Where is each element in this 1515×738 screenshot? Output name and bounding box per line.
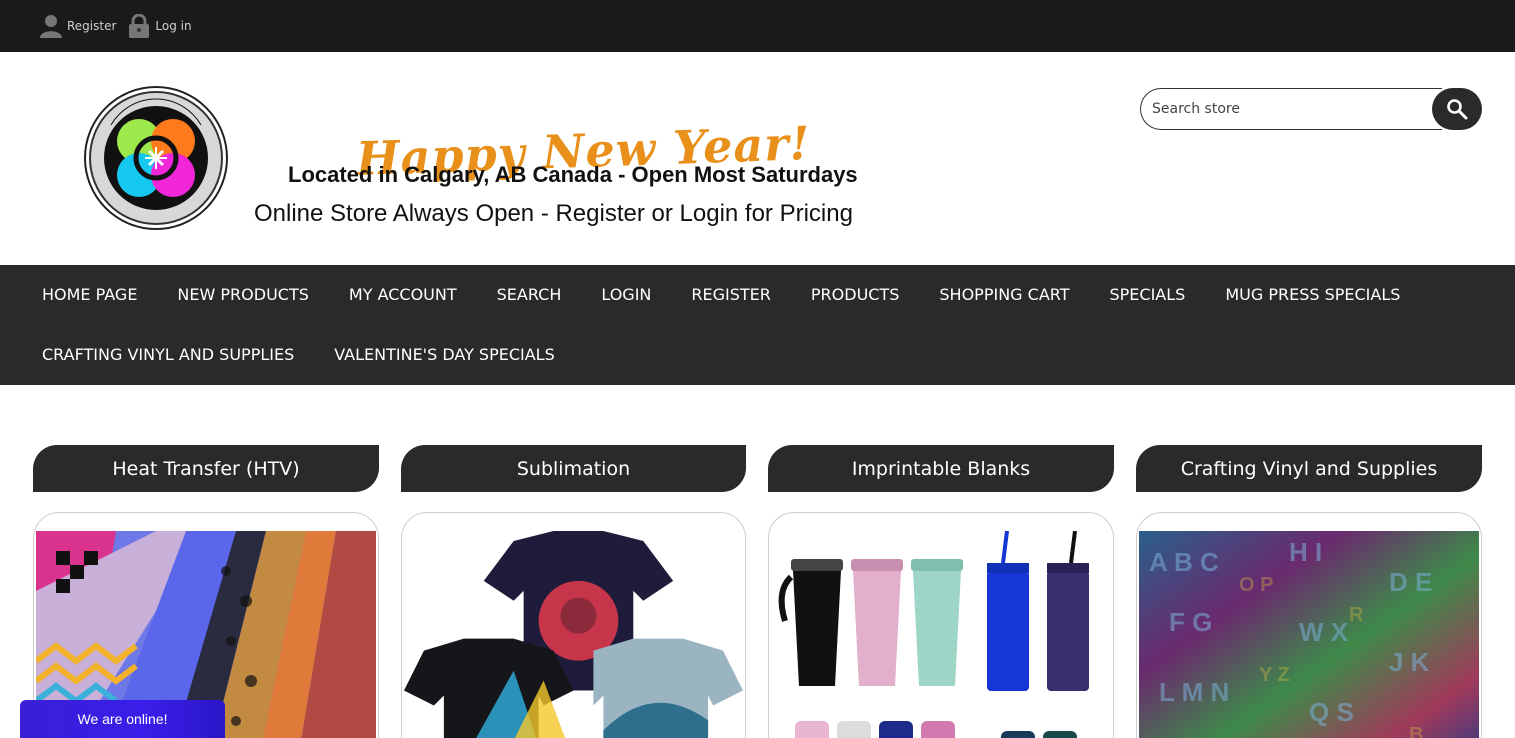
category-htv: Heat Transfer (HTV) [33, 445, 379, 738]
register-link-label: Register [67, 19, 117, 33]
svg-text:W X: W X [1299, 617, 1349, 647]
user-icon [40, 15, 62, 38]
search-box [1140, 88, 1482, 130]
holographic-vinyl-image: A B CH ID E F GW XJ K L M NQ ST U V O PR… [1139, 531, 1479, 738]
online-chat-button[interactable]: We are online! [20, 700, 225, 738]
svg-text:L M N: L M N [1159, 677, 1229, 707]
site-header: Happy New Year! Located in Calgary, AB C… [0, 52, 1515, 265]
svg-text:Y Z: Y Z [1259, 664, 1290, 686]
login-link[interactable]: Log in [128, 14, 192, 38]
category-sublimation: Sublimation [401, 445, 746, 738]
nav-home-page[interactable]: HOME PAGE [22, 265, 157, 325]
category-crafting-vinyl: Crafting Vinyl and Supplies A B CH ID E … [1136, 445, 1482, 738]
sublimation-shirts-image [404, 531, 743, 738]
nav-mug-press-specials[interactable]: MUG PRESS SPECIALS [1205, 265, 1420, 325]
svg-text:D E: D E [1389, 567, 1432, 597]
nav-register[interactable]: REGISTER [671, 265, 791, 325]
store-logo[interactable] [83, 85, 229, 231]
nav-login[interactable]: LOGIN [581, 265, 671, 325]
location-text: Located in Calgary, AB Canada - Open Mos… [288, 162, 858, 187]
category-imprintable-blanks: Imprintable Blanks [768, 445, 1114, 738]
svg-text:A B C: A B C [1149, 547, 1219, 577]
nav-crafting-vinyl[interactable]: CRAFTING VINYL AND SUPPLIES [22, 325, 314, 385]
svg-text:H I: H I [1289, 537, 1322, 567]
search-icon [1447, 99, 1468, 120]
search-button[interactable] [1432, 88, 1482, 130]
top-bar: Register Log in [0, 0, 1515, 52]
category-image-card[interactable] [768, 512, 1114, 738]
tumblers-image [771, 531, 1111, 738]
svg-text:Q S: Q S [1309, 697, 1354, 727]
category-title[interactable]: Crafting Vinyl and Supplies [1136, 445, 1482, 492]
category-title[interactable]: Imprintable Blanks [768, 445, 1114, 492]
nav-valentines-specials[interactable]: VALENTINE'S DAY SPECIALS [314, 325, 575, 385]
store-hours-text: Online Store Always Open - Register or L… [254, 200, 853, 227]
svg-text:B: B [1409, 724, 1423, 738]
svg-text:F G: F G [1169, 607, 1212, 637]
nav-shopping-cart[interactable]: SHOPPING CART [919, 265, 1089, 325]
lock-icon [129, 14, 150, 38]
category-title[interactable]: Heat Transfer (HTV) [33, 445, 379, 492]
svg-text:O P: O P [1239, 574, 1273, 596]
nav-new-products[interactable]: NEW PRODUCTS [157, 265, 328, 325]
svg-text:J K: J K [1389, 647, 1430, 677]
nav-specials[interactable]: SPECIALS [1089, 265, 1205, 325]
main-nav: HOME PAGE NEW PRODUCTS MY ACCOUNT SEARCH… [0, 265, 1515, 385]
register-link[interactable]: Register [40, 14, 116, 38]
svg-text:R: R [1349, 604, 1364, 626]
category-grid: Heat Transfer (HTV) Sublimation Imprinta… [33, 445, 1504, 738]
category-image-card[interactable] [401, 512, 746, 738]
search-input[interactable] [1140, 88, 1442, 130]
login-link-label: Log in [155, 19, 192, 33]
category-image-card[interactable]: A B CH ID E F GW XJ K L M NQ ST U V O PR… [1136, 512, 1482, 738]
category-title[interactable]: Sublimation [401, 445, 746, 492]
nav-my-account[interactable]: MY ACCOUNT [329, 265, 477, 325]
nav-products[interactable]: PRODUCTS [791, 265, 920, 325]
nav-search[interactable]: SEARCH [477, 265, 582, 325]
